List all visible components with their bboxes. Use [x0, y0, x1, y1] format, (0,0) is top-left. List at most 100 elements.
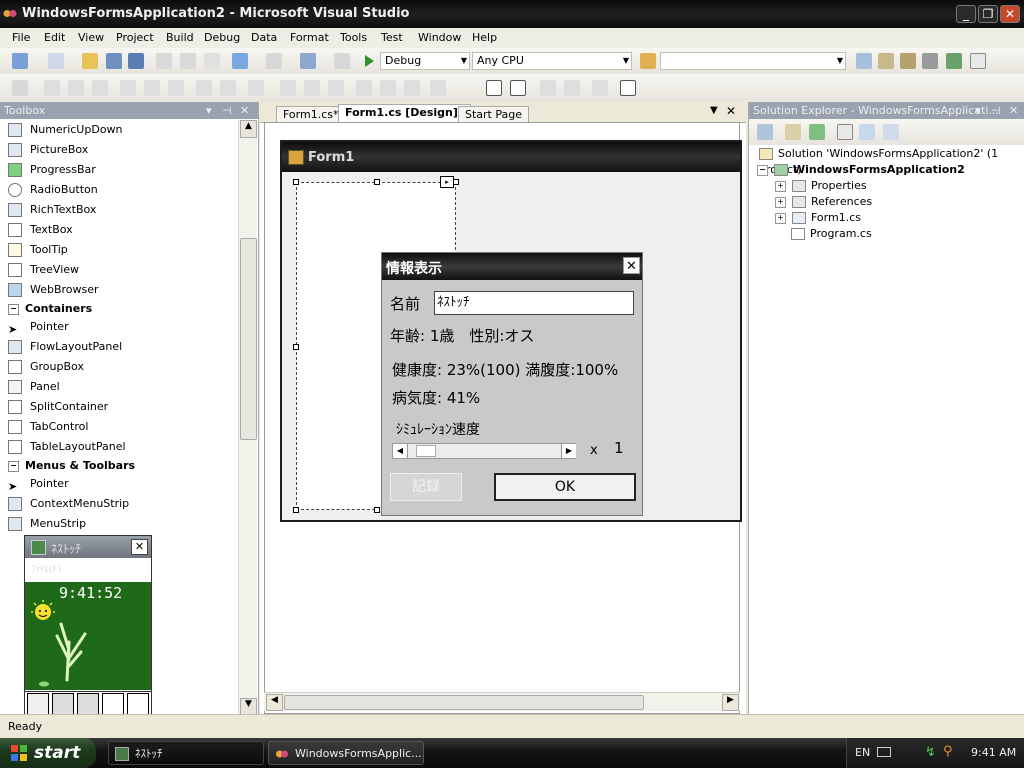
menu-build[interactable]: Build: [166, 31, 194, 44]
toolbox-item-contextmenustrip[interactable]: ContextMenuStrip: [8, 494, 129, 514]
solution-configuration-select[interactable]: Debug ▼: [380, 52, 470, 70]
scrollbar-thumb[interactable]: [240, 238, 257, 440]
expand-icon[interactable]: +: [775, 180, 786, 192]
close-button[interactable]: ✕: [1000, 5, 1020, 23]
menu-window[interactable]: Window: [418, 31, 461, 44]
tree-program-cs[interactable]: Program.cs: [791, 226, 872, 242]
tree-solution[interactable]: Solution 'WindowsFormsApplication2' (1 p…: [759, 146, 1024, 176]
info-icon[interactable]: [27, 693, 49, 715]
toolbox-item-tabcontrol[interactable]: TabControl: [8, 417, 88, 437]
designer-hscrollbar[interactable]: ◀ ▶: [264, 692, 740, 711]
toolbox-item-webbrowser[interactable]: WebBrowser: [8, 280, 99, 300]
menu-test[interactable]: Test: [381, 31, 403, 44]
make-same-width-icon[interactable]: [196, 80, 212, 96]
resize-handle[interactable]: [293, 507, 299, 513]
toolbox-scrollbar[interactable]: ▲ ▼: [238, 120, 257, 716]
cut-icon[interactable]: [156, 53, 172, 69]
close-icon[interactable]: ✕: [1009, 102, 1018, 119]
make-same-size-icon[interactable]: [248, 80, 264, 96]
start-debugging-icon[interactable]: [362, 53, 376, 69]
window-position-icon[interactable]: ▾: [975, 102, 981, 119]
menu-file[interactable]: File: [12, 31, 30, 44]
view-code-icon[interactable]: [837, 124, 853, 140]
properties-icon[interactable]: [757, 124, 773, 140]
save-icon[interactable]: [106, 53, 122, 69]
navigate-forward-icon[interactable]: [334, 53, 350, 69]
tree-form1-cs[interactable]: + Form1.cs: [775, 210, 861, 226]
toolbox-item-panel[interactable]: Panel: [8, 377, 60, 397]
toolbox-item-menustrip[interactable]: MenuStrip: [8, 514, 86, 534]
scroll-right-icon[interactable]: ▶: [722, 694, 739, 711]
toolbox-item-tablelayoutpanel[interactable]: TableLayoutPanel: [8, 437, 126, 457]
menu-edit[interactable]: Edit: [44, 31, 65, 44]
resize-handle[interactable]: [293, 344, 299, 350]
align-lefts-icon[interactable]: [44, 80, 60, 96]
scrollbar-thumb[interactable]: [284, 695, 644, 710]
expand-icon[interactable]: +: [775, 196, 786, 208]
toolbox-item-splitcontainer[interactable]: SplitContainer: [8, 397, 108, 417]
tree-references[interactable]: + References: [775, 194, 872, 210]
tab-form1-design[interactable]: Form1.cs [Design]*: [338, 104, 471, 122]
medicine-icon[interactable]: [102, 693, 124, 715]
toolbox-item-pointer[interactable]: ➤ Pointer: [8, 317, 69, 337]
record-button[interactable]: 記録: [390, 473, 462, 501]
decrease-horizontal-spacing-icon[interactable]: [328, 80, 344, 96]
menu-format[interactable]: Format: [290, 31, 329, 44]
taskbar-item-pet[interactable]: ﾈｽﾄｯﾁ: [108, 741, 264, 765]
toolbox-item-groupbox[interactable]: GroupBox: [8, 357, 84, 377]
align-bottoms-icon[interactable]: [168, 80, 184, 96]
start-button[interactable]: start: [0, 738, 96, 768]
navigate-backward-icon[interactable]: [300, 53, 316, 69]
align-middles-icon[interactable]: [144, 80, 160, 96]
menu-debug[interactable]: Debug: [204, 31, 240, 44]
taskbar-item-visual-studio[interactable]: WindowsFormsApplic...: [268, 741, 424, 765]
properties-icon[interactable]: [878, 53, 894, 69]
menu-project[interactable]: Project: [116, 31, 154, 44]
menu-help[interactable]: Help: [472, 31, 497, 44]
align-tops-icon[interactable]: [120, 80, 136, 96]
slider-thumb[interactable]: [415, 445, 436, 457]
tab-start-page[interactable]: Start Page: [458, 106, 529, 122]
auto-hide-pin-icon[interactable]: ⊣: [222, 102, 232, 119]
active-files-icon[interactable]: ▼: [710, 105, 718, 116]
clean-icon[interactable]: [77, 693, 99, 715]
toolbox-item-richtextbox[interactable]: RichTextBox: [8, 200, 96, 220]
expand-icon[interactable]: +: [775, 212, 786, 224]
align-rights-icon[interactable]: [92, 80, 108, 96]
close-document-icon[interactable]: ✕: [726, 104, 736, 118]
tree-project[interactable]: − WindowsFormsApplication2: [757, 162, 965, 178]
language-indicator[interactable]: EN: [855, 746, 870, 759]
keyboard-icon[interactable]: [877, 747, 891, 757]
toolbox-item-flowlayoutpanel[interactable]: FlowLayoutPanel: [8, 337, 122, 357]
toolbox-item-picturebox[interactable]: PictureBox: [8, 140, 88, 160]
scroll-up-icon[interactable]: ▲: [240, 120, 257, 138]
resize-handle[interactable]: [374, 179, 380, 185]
align-centers-icon[interactable]: [68, 80, 84, 96]
find-in-files-icon[interactable]: [640, 53, 656, 69]
scroll-left-icon[interactable]: ◀: [393, 444, 408, 458]
tree-properties[interactable]: + Properties: [775, 178, 867, 194]
save-all-icon[interactable]: [128, 53, 144, 69]
gadget-close-button[interactable]: ✕: [131, 539, 148, 555]
smart-tag-icon[interactable]: ▸: [440, 176, 454, 188]
make-same-height-icon[interactable]: [220, 80, 236, 96]
solution-platform-select[interactable]: Any CPU ▼: [472, 52, 632, 70]
menu-view[interactable]: View: [78, 31, 104, 44]
toolbox-item-treeview[interactable]: TreeView: [8, 260, 79, 280]
align-to-grid-icon[interactable]: [12, 80, 28, 96]
vertical-spacing-icon[interactable]: [356, 80, 372, 96]
menu-data[interactable]: Data: [251, 31, 277, 44]
close-icon[interactable]: ✕: [240, 102, 249, 119]
toolbox-category-containers[interactable]: − Containers: [8, 300, 92, 318]
send-to-back-icon[interactable]: [564, 80, 580, 96]
center-horizontally-icon[interactable]: [486, 80, 502, 96]
remove-vertical-spacing-icon[interactable]: [430, 80, 446, 96]
scroll-right-icon[interactable]: ▶: [561, 444, 576, 458]
increase-vertical-spacing-icon[interactable]: [380, 80, 396, 96]
lock-controls-icon[interactable]: [592, 80, 608, 96]
network-icon[interactable]: ↯: [925, 745, 936, 760]
bring-to-front-icon[interactable]: [540, 80, 556, 96]
name-input[interactable]: ﾈｽﾄｯﾁ: [434, 291, 634, 315]
open-file-icon[interactable]: [82, 53, 98, 69]
object-browser-icon[interactable]: [900, 53, 916, 69]
